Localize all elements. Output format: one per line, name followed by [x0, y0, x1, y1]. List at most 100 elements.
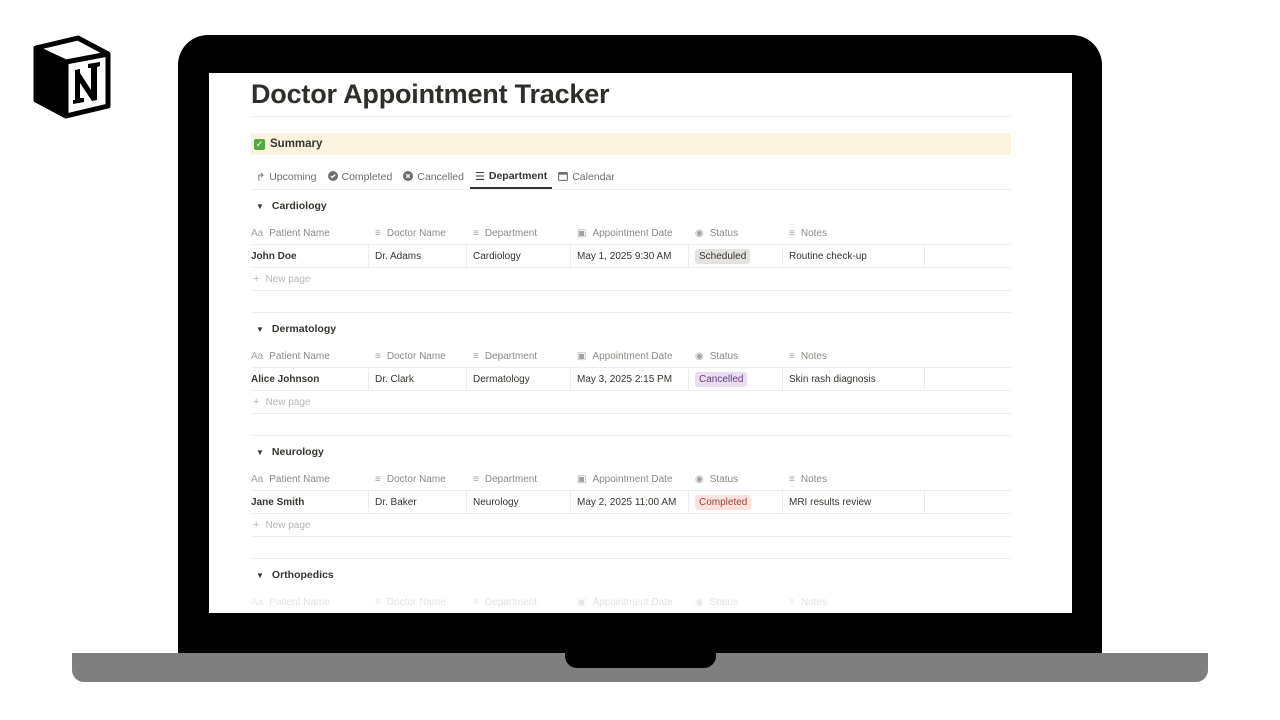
tab-department[interactable]: ☰ Department	[469, 165, 553, 189]
cell-date[interactable]: May 2, 2025 11:00 AM	[571, 491, 689, 513]
page-content: Doctor Appointment Tracker ✓ Summary ↱ U…	[251, 73, 1011, 613]
new-page-button[interactable]: + New page	[251, 514, 1011, 537]
calendar-icon: ▣	[577, 596, 587, 608]
group-orthopedics: ▼ Orthopedics Aa Patient Name ≡ Doctor Nam…	[251, 559, 1011, 613]
cell-patient[interactable]: Jane Smith	[251, 491, 369, 513]
new-page-button[interactable]: + New page	[251, 391, 1011, 414]
column-header-department[interactable]: ≡ Department	[467, 345, 571, 367]
column-header-patient[interactable]: Aa Patient Name	[251, 345, 369, 367]
cell-department[interactable]: Dermatology	[467, 368, 571, 390]
text-lines-icon: ≡	[473, 350, 479, 362]
laptop-notch	[565, 653, 716, 668]
view-tabs: ↱ Upcoming Completed Cancelled ☰ Departm…	[251, 165, 1011, 190]
group-header[interactable]: ▼ Cardiology	[251, 190, 1011, 222]
column-header-status[interactable]: ◉ Status	[689, 345, 783, 367]
column-header-department[interactable]: ≡ Department	[467, 468, 571, 490]
cell-department[interactable]: Cardiology	[467, 245, 571, 267]
calendar-icon	[558, 171, 569, 184]
page-title: Doctor Appointment Tracker	[251, 79, 610, 109]
check-circle-icon	[327, 170, 338, 184]
text-lines-icon: ≡	[789, 473, 795, 485]
calendar-icon: ▣	[577, 227, 587, 239]
status-circle-icon: ◉	[695, 473, 704, 485]
cell-doctor[interactable]: Dr. Baker	[369, 491, 467, 513]
text-lines-icon: ≡	[375, 473, 381, 485]
title-property-icon: Aa	[251, 227, 264, 239]
caret-down-icon: ▼	[256, 201, 264, 211]
cell-status[interactable]: Cancelled	[689, 368, 783, 390]
title-divider	[251, 116, 1011, 117]
group-header[interactable]: ▼ Orthopedics	[251, 559, 1011, 591]
redo-arrow-icon: ↱	[256, 171, 266, 184]
column-header-notes[interactable]: ≡ Notes	[783, 345, 925, 367]
cell-patient[interactable]: Alice Johnson	[251, 368, 369, 390]
column-header-date[interactable]: ▣ Appointment Date	[571, 222, 689, 244]
table-row[interactable]: Alice Johnson Dr. Clark Dermatology May …	[251, 368, 1011, 391]
column-header-status[interactable]: ◉ Status	[689, 222, 783, 244]
cell-date[interactable]: May 1, 2025 9:30 AM	[571, 245, 689, 267]
cell-status[interactable]: Completed	[689, 491, 783, 513]
notion-page-screen: Doctor Appointment Tracker ✓ Summary ↱ U…	[209, 73, 1072, 613]
status-tag: Completed	[695, 494, 752, 510]
tab-calendar[interactable]: Calendar	[553, 165, 620, 189]
cell-notes[interactable]: Routine check-up	[783, 245, 925, 267]
column-header-doctor[interactable]: ≡ Doctor Name	[369, 468, 467, 490]
cell-department[interactable]: Neurology	[467, 491, 571, 513]
column-header-date[interactable]: ▣ Appointment Date	[571, 345, 689, 367]
cell-doctor[interactable]: Dr. Clark	[369, 368, 467, 390]
notion-logo-icon	[33, 35, 111, 119]
group-spacer	[251, 414, 1011, 436]
status-tag: Scheduled	[695, 248, 751, 264]
column-header-patient[interactable]: Aa Patient Name	[251, 591, 369, 613]
column-header-status[interactable]: ◉ Status	[689, 468, 783, 490]
column-header-patient[interactable]: Aa Patient Name	[251, 222, 369, 244]
new-page-button[interactable]: + New page	[251, 268, 1011, 291]
column-header-notes[interactable]: ≡ Notes	[783, 222, 925, 244]
text-lines-icon: ≡	[375, 350, 381, 362]
column-header-date[interactable]: ▣ Appointment Date	[571, 591, 689, 613]
plus-icon: +	[253, 396, 260, 408]
tab-completed[interactable]: Completed	[323, 165, 398, 189]
group-dermatology: ▼ Dermatology Aa Patient Name ≡ Doctor Nam…	[251, 313, 1011, 436]
column-header-department[interactable]: ≡ Department	[467, 591, 571, 613]
column-header-notes[interactable]: ≡ Notes	[783, 468, 925, 490]
summary-toggle[interactable]: ✓ Summary	[251, 133, 1011, 155]
cell-status[interactable]: Scheduled	[689, 245, 783, 267]
column-header-date[interactable]: ▣ Appointment Date	[571, 468, 689, 490]
cell-notes[interactable]: MRI results review	[783, 491, 925, 513]
calendar-icon: ▣	[577, 350, 587, 362]
column-header-status[interactable]: ◉ Status	[689, 591, 783, 613]
group-spacer	[251, 291, 1011, 313]
text-lines-icon: ≡	[789, 350, 795, 362]
cell-notes[interactable]: Skin rash diagnosis	[783, 368, 925, 390]
column-header-doctor[interactable]: ≡ Doctor Name	[369, 345, 467, 367]
text-lines-icon: ≡	[473, 227, 479, 239]
tab-upcoming[interactable]: ↱ Upcoming	[251, 165, 322, 189]
status-circle-icon: ◉	[695, 596, 704, 608]
text-lines-icon: ≡	[789, 596, 795, 608]
column-header-department[interactable]: ≡ Department	[467, 222, 571, 244]
plus-icon: +	[253, 273, 260, 285]
text-lines-icon: ≡	[473, 596, 479, 608]
calendar-icon: ▣	[577, 473, 587, 485]
status-circle-icon: ◉	[695, 350, 704, 362]
caret-down-icon: ▼	[256, 324, 264, 334]
group-header[interactable]: ▼ Neurology	[251, 436, 1011, 468]
table-row[interactable]: Jane Smith Dr. Baker Neurology May 2, 20…	[251, 491, 1011, 514]
text-lines-icon: ≡	[375, 596, 381, 608]
cell-patient[interactable]: John Doe	[251, 245, 369, 267]
column-header-notes[interactable]: ≡ Notes	[783, 591, 925, 613]
column-header-doctor[interactable]: ≡ Doctor Name	[369, 591, 467, 613]
cell-date[interactable]: May 3, 2025 2:15 PM	[571, 368, 689, 390]
table-row[interactable]: John Doe Dr. Adams Cardiology May 1, 202…	[251, 245, 1011, 268]
column-header-doctor[interactable]: ≡ Doctor Name	[369, 222, 467, 244]
column-header-patient[interactable]: Aa Patient Name	[251, 468, 369, 490]
text-lines-icon: ≡	[473, 473, 479, 485]
table-header-row: Aa Patient Name ≡ Doctor Name ≡ Department …	[251, 345, 1011, 368]
table-header-row: Aa Patient Name ≡ Doctor Name ≡ Department …	[251, 468, 1011, 491]
status-tag: Cancelled	[695, 371, 748, 387]
cell-doctor[interactable]: Dr. Adams	[369, 245, 467, 267]
summary-label: Summary	[270, 138, 323, 150]
tab-cancelled[interactable]: Cancelled	[398, 165, 469, 189]
group-header[interactable]: ▼ Dermatology	[251, 313, 1011, 345]
